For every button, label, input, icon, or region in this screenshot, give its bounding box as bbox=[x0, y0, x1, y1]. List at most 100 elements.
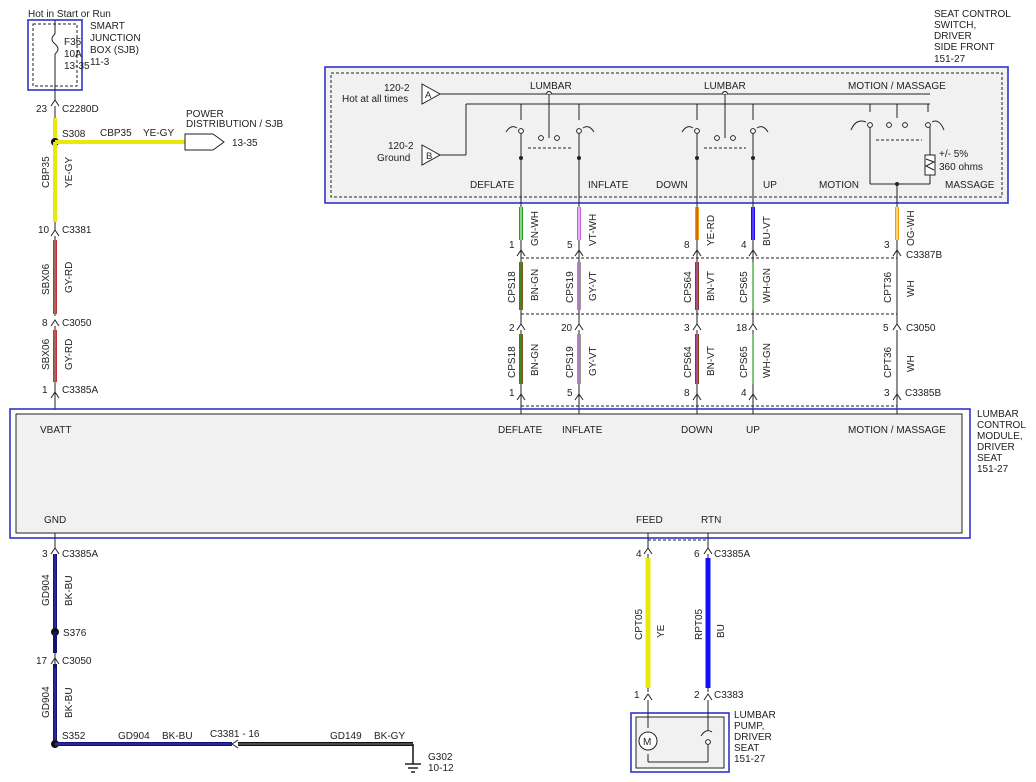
col1-c3050-pin: 2 bbox=[509, 323, 515, 334]
input-a-letter: A bbox=[425, 90, 432, 101]
col5-low-circuit: CPT36 bbox=[883, 346, 894, 378]
gnd-c3050-pin: 17 bbox=[36, 656, 48, 667]
col5-low-color: WH bbox=[906, 355, 917, 372]
seat-switch-title-3: DRIVER bbox=[934, 31, 972, 42]
sjb-label-2: JUNCTION bbox=[90, 33, 141, 44]
col4-mid-circuit: CPS65 bbox=[739, 271, 750, 303]
col4-low-circuit: CPS65 bbox=[739, 346, 750, 378]
seg1-color: YE-GY bbox=[64, 157, 75, 188]
feed-pin: 4 bbox=[636, 549, 642, 560]
connector-c3050-row bbox=[516, 313, 902, 331]
connector-c3381-arrow bbox=[50, 229, 60, 237]
hot-in-start-label: Hot in Start or Run bbox=[28, 9, 111, 20]
pump-c3383: C3383 bbox=[714, 690, 744, 701]
col5-mid-circuit: CPT36 bbox=[883, 271, 894, 303]
col1-switch-color: GN-WH bbox=[530, 211, 541, 246]
col3-mid-circuit: CPS64 bbox=[683, 271, 694, 303]
pin-inflate: INFLATE bbox=[562, 425, 603, 436]
pin-vbatt: VBATT bbox=[40, 425, 71, 436]
gd149-circuit: GD149 bbox=[330, 731, 362, 742]
col2-mid-circuit: CPS19 bbox=[565, 271, 576, 303]
c3387b-label: C3387B bbox=[906, 250, 942, 261]
module-title-6: 151-27 bbox=[977, 464, 1009, 475]
pin-motion-massage: MOTION / MASSAGE bbox=[848, 425, 946, 436]
col4-module-pin: 4 bbox=[741, 388, 747, 399]
col3-module-pin: 8 bbox=[684, 388, 690, 399]
col4-low-color: WH-GN bbox=[762, 343, 773, 378]
col2-low-circuit: CPS19 bbox=[565, 346, 576, 378]
pump-label-2: PUMP, bbox=[734, 721, 764, 732]
col2-mid-color: GY-VT bbox=[588, 271, 599, 301]
pump-pin1: 1 bbox=[634, 690, 640, 701]
sjb-label-3: BOX (SJB) bbox=[90, 45, 139, 56]
rtn-pin: 6 bbox=[694, 549, 700, 560]
g302-ref: 10-12 bbox=[428, 763, 454, 774]
col5-mid-color: WH bbox=[906, 280, 917, 297]
col3-c3050-pin: 3 bbox=[684, 323, 690, 334]
sjb-label-1: SMART bbox=[90, 21, 125, 32]
input-a-ref: 120-2 bbox=[384, 83, 410, 94]
pin-deflate: DEFLATE bbox=[498, 425, 543, 436]
feed-wire-color: YE bbox=[656, 624, 667, 638]
col5-c3050-pin: 5 bbox=[883, 323, 889, 334]
input-b-letter: B bbox=[426, 151, 432, 162]
gnd-c3385a-pin: 3 bbox=[42, 549, 48, 560]
input-b-ref: 120-2 bbox=[388, 141, 414, 152]
pos-up: UP bbox=[763, 180, 777, 191]
pin-up: UP bbox=[746, 425, 760, 436]
seg3-circuit: SBX06 bbox=[41, 338, 52, 370]
gnd-seg1-color: BK-BU bbox=[64, 575, 75, 606]
s352-label: S352 bbox=[62, 731, 86, 742]
group-label-motion: MOTION / MASSAGE bbox=[848, 81, 946, 92]
resistor-value: 360 ohms bbox=[939, 162, 983, 173]
group-label-lumbar-2: LUMBAR bbox=[704, 81, 746, 92]
pump-label-3: DRIVER bbox=[734, 732, 772, 743]
col5-switch-pin: 3 bbox=[884, 240, 890, 251]
gnd-c3050-name: C3050 bbox=[62, 656, 92, 667]
feed-wire-circuit: CPT05 bbox=[634, 608, 645, 640]
module-title-4: DRIVER bbox=[977, 442, 1015, 453]
seat-switch-title-5: 151-27 bbox=[934, 54, 966, 65]
col3-switch-color: YE-RD bbox=[706, 215, 717, 246]
rtn-wire-circuit: RPT05 bbox=[694, 608, 705, 640]
col2-module-pin: 5 bbox=[567, 388, 573, 399]
power-dist-ref: 13-35 bbox=[232, 138, 258, 149]
connector-c2280d-arrow bbox=[50, 99, 60, 107]
pin-rtn: RTN bbox=[701, 515, 721, 526]
col5-module-pin: 3 bbox=[884, 388, 890, 399]
pump-label-1: LUMBAR bbox=[734, 710, 776, 721]
col2-switch-pin: 5 bbox=[567, 240, 573, 251]
col2-switch-color: VT-WH bbox=[588, 214, 599, 246]
fuse-name: F35 bbox=[64, 37, 82, 48]
col1-mid-color: BN-GN bbox=[530, 269, 541, 301]
gnd-c3385a-name: C3385A bbox=[62, 549, 98, 560]
c3381-16-arrow bbox=[231, 739, 239, 749]
pump-c3385a: C3385A bbox=[714, 549, 750, 560]
col4-switch-color: BU-VT bbox=[762, 216, 773, 246]
col2-low-color: GY-VT bbox=[588, 346, 599, 376]
power-dist-connector bbox=[184, 133, 225, 151]
c3050-pin: 8 bbox=[42, 318, 48, 329]
fuse-rating: 10A bbox=[64, 49, 82, 60]
pump-pin2: 2 bbox=[694, 690, 700, 701]
ground-symbol-g302 bbox=[405, 763, 421, 773]
input-a-desc: Hot at all times bbox=[342, 94, 408, 105]
module-title-3: MODULE, bbox=[977, 431, 1023, 442]
c3385a-name: C3385A bbox=[62, 385, 98, 396]
fuse-symbol bbox=[51, 33, 59, 55]
seat-switch-title-2: SWITCH, bbox=[934, 20, 976, 31]
seg2-color: GY-RD bbox=[64, 262, 75, 293]
c3385b-label: C3385B bbox=[905, 388, 941, 399]
pos-inflate: INFLATE bbox=[588, 180, 629, 191]
fuse-ref: 13-35 bbox=[64, 61, 90, 72]
c3381-name: C3381 bbox=[62, 225, 92, 236]
wiring-diagram: Hot in Start or Run F35 10A 13-35 SMART … bbox=[9, 9, 1026, 774]
branch-color: YE-GY bbox=[143, 128, 174, 139]
branch-circuit: CBP35 bbox=[100, 128, 132, 139]
pin-feed: FEED bbox=[636, 515, 663, 526]
resistor-symbol bbox=[924, 154, 936, 176]
pos-deflate: DEFLATE bbox=[470, 180, 515, 191]
module-title-2: CONTROL bbox=[977, 420, 1026, 431]
col2-c3050-pin: 20 bbox=[561, 323, 573, 334]
g302-name: G302 bbox=[428, 752, 453, 763]
